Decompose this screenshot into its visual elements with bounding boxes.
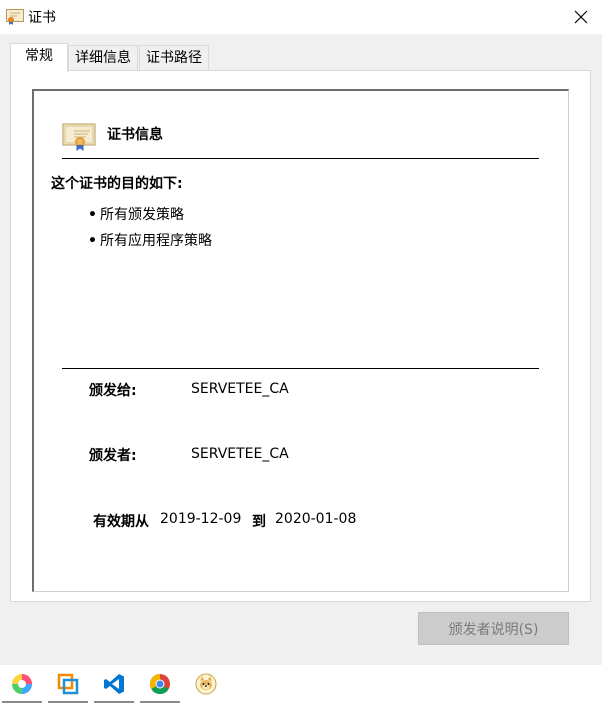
issued-by-value: SERVETEE_CA [191, 446, 289, 462]
issued-by-label: 颁发者: [89, 448, 137, 464]
details-divider [62, 368, 539, 369]
title-bar: 证书 [0, 0, 602, 34]
purpose-text: 所有颁发策略 [100, 207, 184, 223]
validity-label: 有效期从 [93, 514, 149, 530]
window-title: 证书 [28, 10, 56, 26]
valid-from-value: 2019-12-09 [160, 511, 242, 527]
doge-icon [195, 673, 217, 695]
purpose-item: • 所有颁发策略 [88, 204, 184, 224]
taskbar-app-pinwheel[interactable] [0, 665, 44, 703]
taskbar-app-doge[interactable] [184, 665, 228, 703]
purpose-heading: 这个证书的目的如下: [51, 176, 183, 192]
taskbar [0, 665, 602, 703]
vscode-icon [104, 674, 124, 694]
certificate-icon-large [62, 123, 96, 151]
tab-details[interactable]: 详细信息 [68, 45, 138, 70]
valid-to-label: 到 [252, 514, 266, 530]
taskbar-app-chrome[interactable] [138, 665, 182, 703]
certificate-info-title: 证书信息 [107, 127, 163, 143]
purpose-item: • 所有应用程序策略 [88, 230, 212, 250]
issued-to-value: SERVETEE_CA [191, 381, 289, 397]
issuer-statement-button[interactable]: 颁发者说明(S) [418, 612, 569, 645]
purpose-text: 所有应用程序策略 [100, 233, 212, 249]
issued-to-label: 颁发给: [89, 383, 137, 399]
taskbar-app-vmware[interactable] [46, 665, 90, 703]
colorful-pinwheel-icon [12, 674, 32, 694]
tab-certification-path[interactable]: 证书路径 [139, 45, 209, 70]
header-divider [62, 158, 539, 159]
taskbar-app-vscode[interactable] [92, 665, 136, 703]
vmware-icon [57, 673, 79, 695]
tab-general[interactable]: 常规 [10, 43, 68, 72]
close-button[interactable] [560, 0, 602, 34]
certificate-icon [6, 9, 24, 25]
bullet: • [88, 233, 97, 249]
close-icon [574, 10, 588, 24]
bullet: • [88, 207, 97, 223]
chrome-icon [150, 674, 170, 694]
valid-to-value: 2020-01-08 [275, 511, 357, 527]
